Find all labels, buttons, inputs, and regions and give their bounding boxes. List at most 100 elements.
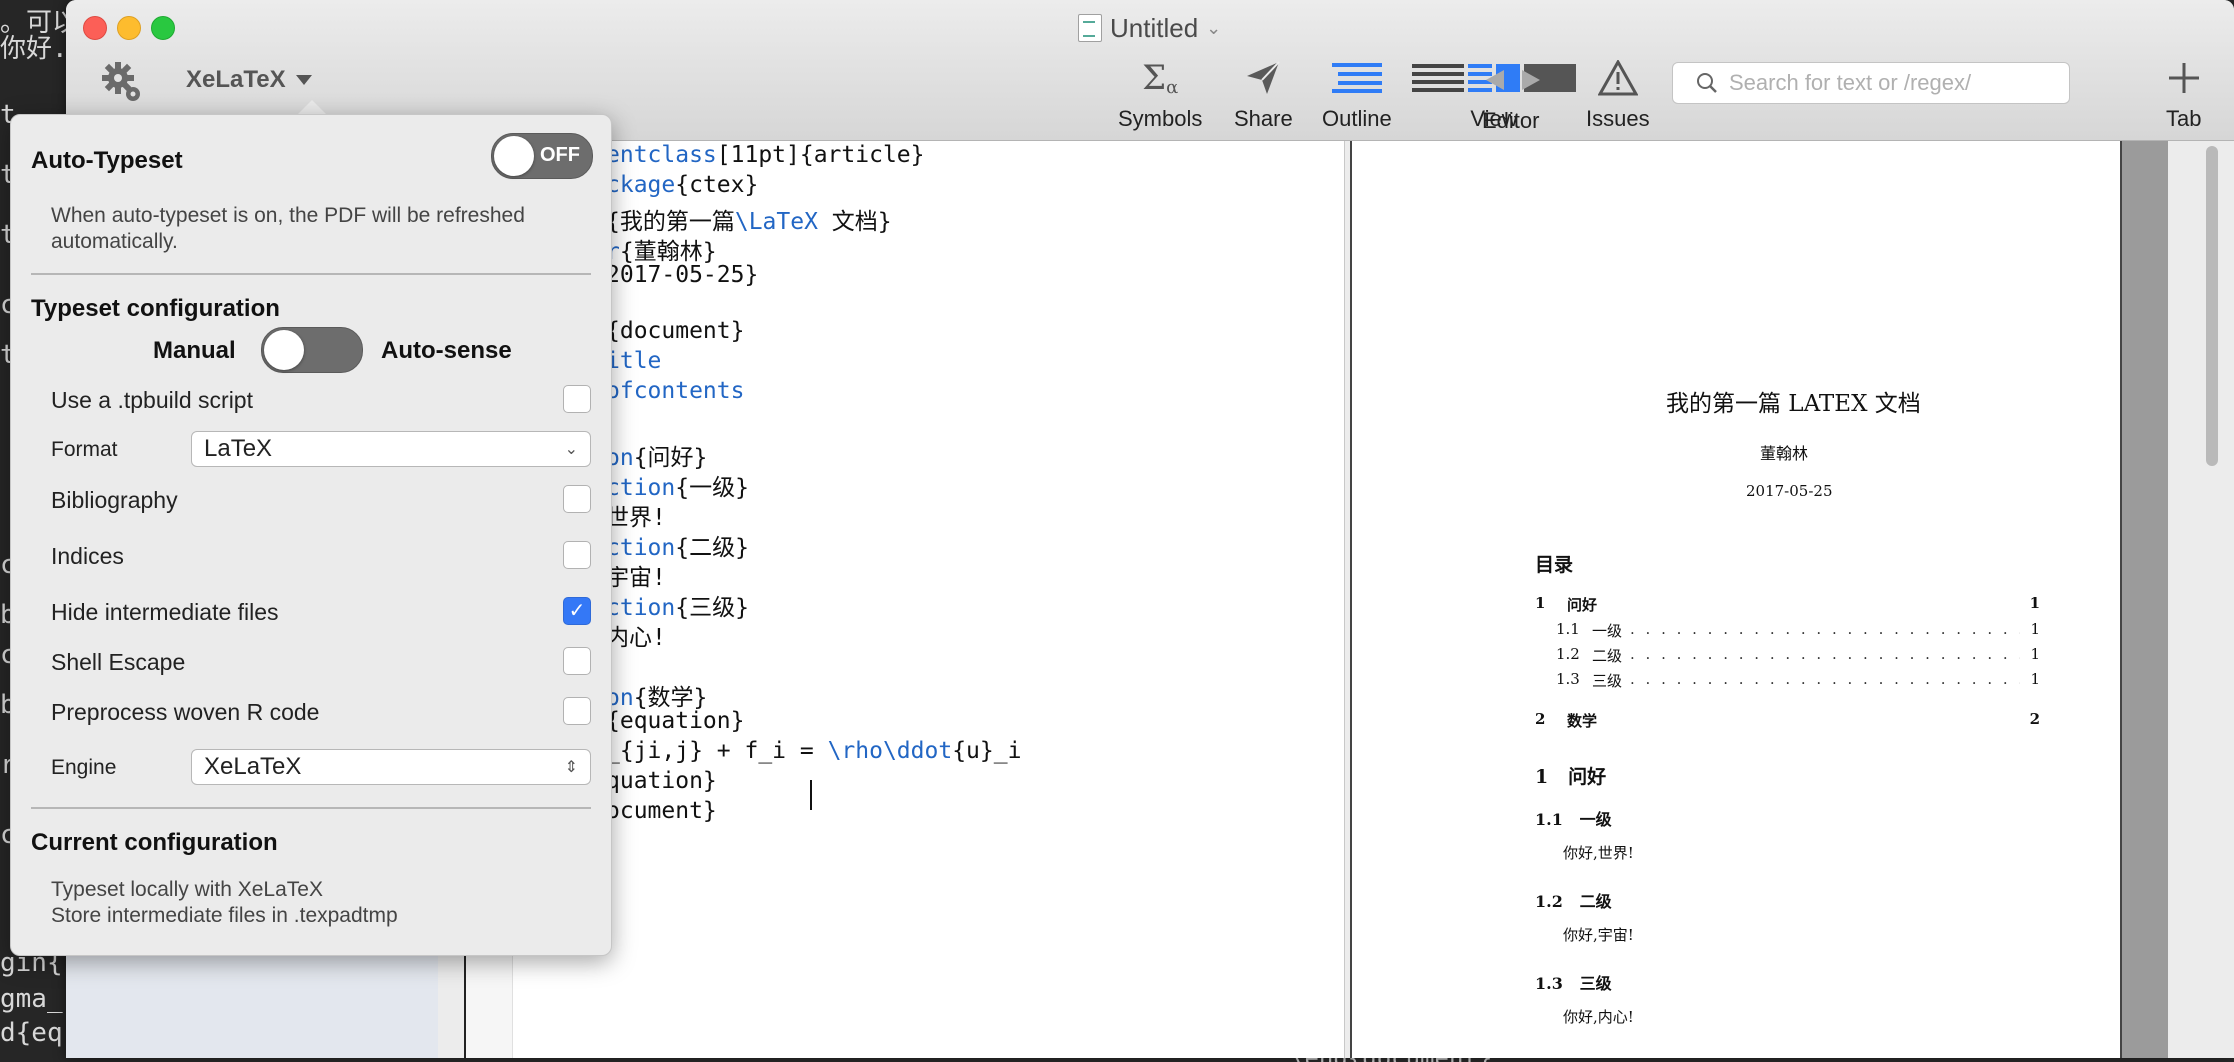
subsection-title: 一级 (1579, 810, 1612, 829)
description-line: When auto-typeset is on, the PDF will be… (51, 204, 525, 227)
toc-entry[interactable]: 1.2 二级 . . . . . . . . . . . . . . . . .… (1556, 645, 2040, 666)
symbols-label: Symbols (1118, 106, 1203, 131)
warning-icon (1597, 56, 1638, 100)
toc-title: 三级 (1592, 672, 1623, 690)
symbols-button[interactable]: Σα Symbols (1118, 56, 1202, 132)
plus-icon (2168, 56, 2199, 100)
use-tpbuild-label: Use a .tpbuild script (51, 387, 253, 413)
terminal-line: gma_ (0, 984, 63, 1014)
toc-number: 1.1 (1556, 620, 1580, 638)
typeset-mode-toggle[interactable] (261, 327, 363, 373)
engine-dropdown-button[interactable]: XeLaTeX (186, 66, 312, 94)
code-line: {equation} (606, 708, 744, 734)
code-line: on{问好} (606, 438, 707, 472)
editor-label: Editor (1482, 108, 1540, 133)
code-text: 2017-05-25} (606, 262, 759, 288)
code-text: {u}_i (952, 738, 1022, 764)
configuration-line: Typeset locally with XeLaTeX (51, 878, 323, 901)
shell-escape-checkbox[interactable] (563, 647, 591, 675)
pdf-section-heading: 1 问好 (1535, 762, 1606, 789)
text-cursor (810, 780, 812, 810)
toc-title: 问好 (1567, 596, 1598, 614)
pdf-scrollbar[interactable] (2206, 146, 2218, 466)
toc-number: 1.2 (1556, 645, 1580, 663)
toc-entry[interactable]: 1.1 一级 . . . . . . . . . . . . . . . . .… (1556, 620, 2040, 641)
code-keyword: \rho\ddot (827, 738, 953, 764)
preprocess-r-checkbox[interactable] (563, 697, 591, 725)
engine-label: XeLaTeX (186, 66, 286, 93)
code-text: {三级} (675, 595, 749, 621)
current-configuration-heading: Current configuration (31, 829, 278, 856)
toc-entry[interactable]: 1 问好 1 (1535, 594, 2040, 615)
typeset-settings-popover: Auto-Typeset OFF When auto-typeset is on… (10, 114, 612, 956)
format-value: LaTeX (204, 435, 273, 462)
code-line: {document} (606, 318, 744, 344)
window-title-text: Untitled (1110, 12, 1199, 43)
outline-button[interactable]: Outline (1322, 56, 1392, 132)
caret-down-icon (295, 75, 312, 85)
paper-plane-icon (1245, 56, 1281, 100)
auto-typeset-toggle[interactable]: OFF (491, 133, 593, 179)
outline-label: Outline (1322, 106, 1392, 131)
code-keyword: ofcontents (606, 378, 745, 404)
pdf-paragraph: 你好,世界! (1563, 844, 1634, 862)
bibliography-checkbox[interactable] (563, 485, 591, 513)
code-line: on{数学} (606, 678, 707, 712)
toc-page: 1 (2030, 645, 2040, 663)
pdf-author: 董翰林 (1760, 444, 1809, 463)
code-text: [11pt]{article} (716, 142, 925, 168)
code-line: ction{二级} (606, 528, 749, 562)
format-select[interactable]: LaTeX ⌄ (191, 431, 591, 467)
code-line: itle (606, 348, 661, 374)
minimize-button[interactable] (117, 16, 141, 40)
indices-label: Indices (51, 543, 124, 569)
code-line: 世界! (606, 498, 666, 532)
code-text: ocument} (606, 798, 717, 824)
code-text: quation} (606, 768, 717, 794)
current-configuration-text: Typeset locally with XeLaTeX Store inter… (51, 877, 398, 929)
forward-arrow-icon[interactable] (1522, 70, 1540, 90)
pdf-title: 我的第一篇 LATEX 文档 (1666, 391, 1921, 417)
hide-intermediate-label: Hide intermediate files (51, 599, 279, 625)
toggle-state-label: OFF (540, 144, 580, 166)
configuration-line: Store intermediate files in .texpadtmp (51, 904, 398, 927)
share-button[interactable]: Share (1234, 56, 1293, 132)
use-tpbuild-checkbox[interactable] (563, 385, 591, 413)
toc-number: 1.3 (1556, 670, 1580, 688)
editor-only-view-icon[interactable] (1412, 64, 1464, 92)
issues-button[interactable]: Issues (1586, 56, 1650, 132)
engine-select[interactable]: XeLaTeX ⇕ (191, 749, 591, 785)
auto-sense-mode-label: Auto-sense (381, 337, 512, 364)
search-field[interactable] (1672, 62, 2070, 104)
hide-intermediate-checkbox[interactable]: ✓ (563, 597, 591, 625)
toc-entry[interactable]: 2 数学 2 (1535, 710, 2040, 731)
search-input[interactable] (1727, 69, 2061, 97)
subsection-title: 三级 (1579, 974, 1612, 993)
shell-escape-label: Shell Escape (51, 649, 186, 675)
chevron-down-icon: ⌄ (564, 441, 578, 458)
toc-entry[interactable]: 1.3 三级 . . . . . . . . . . . . . . . . .… (1556, 670, 2040, 691)
subsection-number: 1.2 (1535, 892, 1563, 911)
gear-icon[interactable] (100, 60, 146, 111)
toc-number: 1 (1535, 594, 1546, 612)
toc-leader: . . . . . . . . . . . . . . . . . . . . … (1630, 645, 2020, 663)
typeset-configuration-heading: Typeset configuration (31, 295, 280, 322)
code-line: _{ji,j} + f_i = \rho\ddot{u}_i (606, 738, 1021, 764)
description-line: automatically. (51, 230, 178, 253)
window-title[interactable]: Untitled ⌄ (1078, 10, 1221, 46)
code-line: ofcontents (606, 378, 744, 404)
pdf-subsection-heading: 1.3 三级 (1535, 970, 1612, 994)
close-button[interactable] (83, 16, 107, 40)
toc-number: 2 (1535, 710, 1546, 728)
toc-leader: . . . . . . . . . . . . . . . . . . . . … (1630, 670, 2020, 688)
back-arrow-icon[interactable] (1486, 70, 1504, 90)
zoom-button[interactable] (151, 16, 175, 40)
subsection-number: 1.3 (1535, 974, 1563, 993)
divider (31, 807, 591, 809)
indices-checkbox[interactable] (563, 541, 591, 569)
new-tab-button[interactable]: Tab (2166, 56, 2201, 132)
divider (31, 273, 591, 275)
toc-page: 1 (2030, 670, 2040, 688)
code-text: {equation} (606, 708, 745, 734)
search-icon (1697, 73, 1717, 93)
